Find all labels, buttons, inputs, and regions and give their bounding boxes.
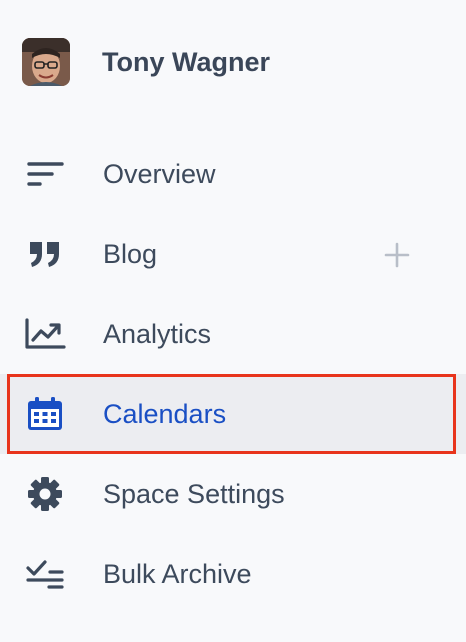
profile-name: Tony Wagner	[102, 46, 270, 77]
sidebar-item-label: Blog	[103, 239, 158, 269]
quote-icon	[24, 236, 66, 272]
sidebar-item-label: Calendars	[103, 399, 227, 429]
overview-icon	[24, 156, 66, 192]
calendar-icon	[24, 396, 66, 432]
avatar	[22, 38, 70, 86]
sidebar-item-bulk-archive[interactable]: Bulk Archive	[0, 534, 466, 614]
sidebar-item-label: Bulk Archive	[103, 559, 252, 589]
sidebar-item-label: Space Settings	[103, 479, 285, 509]
sidebar-item-overview[interactable]: Overview	[0, 134, 466, 214]
gear-icon	[24, 476, 66, 512]
sidebar-nav: Overview Blog Analytics Calendars Space …	[0, 134, 466, 614]
sidebar-item-calendars[interactable]: Calendars	[0, 374, 466, 454]
analytics-chart-icon	[24, 316, 66, 352]
sidebar-item-analytics[interactable]: Analytics	[0, 294, 466, 374]
checklist-icon	[24, 556, 66, 592]
sidebar-item-space-settings[interactable]: Space Settings	[0, 454, 466, 534]
plus-icon[interactable]	[382, 240, 412, 270]
sidebar-item-label: Analytics	[103, 319, 212, 349]
sidebar-item-label: Overview	[103, 159, 216, 189]
sidebar-item-blog[interactable]: Blog	[0, 214, 466, 294]
user-profile[interactable]: Tony Wagner	[22, 38, 270, 86]
